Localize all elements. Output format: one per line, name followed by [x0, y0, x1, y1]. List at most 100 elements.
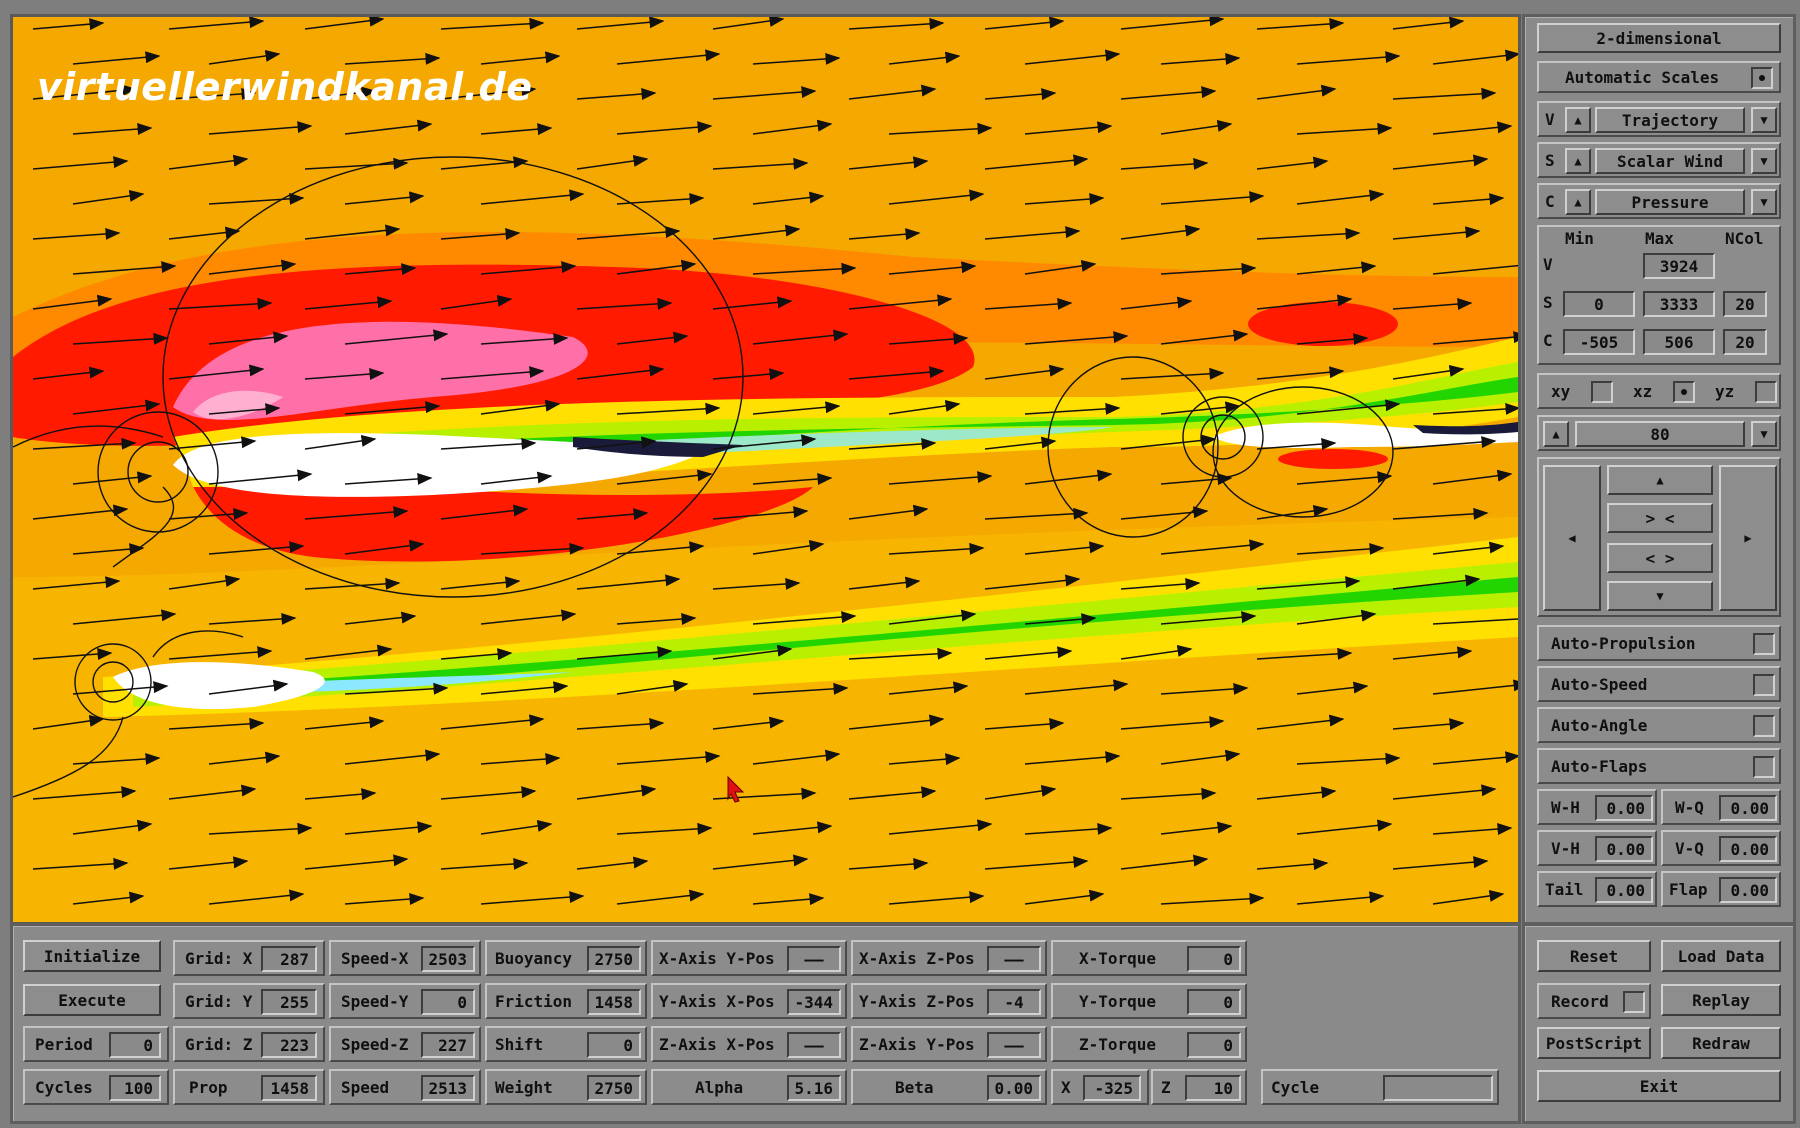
x-coord-label: X: [1061, 1078, 1071, 1097]
vector-mode-select[interactable]: Trajectory: [1595, 107, 1745, 133]
slice-value[interactable]: 80: [1575, 421, 1745, 447]
left-arrow-icon[interactable]: ◀: [1543, 465, 1601, 611]
y-torque-label: Y-Torque: [1079, 992, 1157, 1011]
load-data-button[interactable]: Load Data: [1661, 940, 1781, 972]
tail-value[interactable]: 0.00: [1595, 877, 1653, 903]
speed-x-value[interactable]: 2503: [421, 946, 475, 972]
alpha-value[interactable]: 5.16: [787, 1075, 841, 1101]
plane-xz-radio[interactable]: [1673, 381, 1695, 403]
exit-button[interactable]: Exit: [1537, 1070, 1781, 1102]
row-letter-v: V: [1545, 110, 1555, 129]
grid-x-value[interactable]: 287: [261, 946, 317, 972]
buoyancy-value[interactable]: 2750: [587, 946, 641, 972]
s-ncol-field[interactable]: 20: [1723, 291, 1767, 317]
mode-2d-button[interactable]: 2-dimensional: [1537, 23, 1781, 53]
v-max-field[interactable]: 3924: [1643, 253, 1715, 279]
auto-angle-label: Auto-Angle: [1551, 716, 1648, 735]
weight-value[interactable]: 2750: [587, 1075, 641, 1101]
auto-speed-checkbox[interactable]: [1753, 674, 1775, 696]
plane-yz-radio[interactable]: [1755, 381, 1777, 403]
yaxis-xpos-value[interactable]: -344: [787, 989, 841, 1015]
buoyancy-label: Buoyancy: [495, 949, 573, 968]
z-torque-value[interactable]: 0: [1187, 1032, 1241, 1058]
reset-button[interactable]: Reset: [1537, 940, 1651, 972]
vh-value[interactable]: 0.00: [1595, 836, 1653, 862]
grid-y-cell: Grid: Y 255: [173, 983, 325, 1019]
speed-y-cell: Speed-Y 0: [329, 983, 481, 1019]
xaxis-zpos-value[interactable]: ——: [987, 946, 1041, 972]
auto-propulsion-label: Auto-Propulsion: [1551, 634, 1696, 653]
wh-value[interactable]: 0.00: [1595, 795, 1653, 821]
friction-value[interactable]: 1458: [587, 989, 641, 1015]
up-triangle-icon[interactable]: ▲: [1565, 189, 1591, 215]
wq-value[interactable]: 0.00: [1719, 795, 1777, 821]
wh-label: W-H: [1551, 798, 1580, 817]
zaxis-ypos-value[interactable]: ——: [987, 1032, 1041, 1058]
replay-button[interactable]: Replay: [1661, 984, 1781, 1016]
auto-flaps-label: Auto-Flaps: [1551, 757, 1648, 776]
plane-xy-radio[interactable]: [1591, 381, 1613, 403]
postscript-button[interactable]: PostScript: [1537, 1027, 1651, 1059]
down-triangle-icon[interactable]: ▼: [1751, 107, 1777, 133]
vh-cell: V-H 0.00: [1537, 830, 1657, 866]
tail-label: Tail: [1545, 880, 1584, 899]
auto-angle-checkbox[interactable]: [1753, 715, 1775, 737]
speed-y-value[interactable]: 0: [421, 989, 475, 1015]
range-letter-v: V: [1543, 255, 1553, 274]
vq-value[interactable]: 0.00: [1719, 836, 1777, 862]
c-ncol-field[interactable]: 20: [1723, 329, 1767, 355]
up-triangle-icon[interactable]: ▲: [1565, 148, 1591, 174]
zaxis-ypos-cell: Z-Axis Y-Pos ——: [851, 1026, 1047, 1062]
execute-button[interactable]: Execute: [23, 984, 161, 1016]
auto-scales-checkbox[interactable]: [1751, 67, 1773, 89]
zoom-in-button[interactable]: > <: [1607, 503, 1713, 533]
x-coord-value[interactable]: -325: [1083, 1075, 1141, 1101]
beta-value[interactable]: 0.00: [987, 1075, 1041, 1101]
zaxis-xpos-value[interactable]: ——: [787, 1032, 841, 1058]
cycles-value[interactable]: 100: [109, 1075, 161, 1101]
initialize-button[interactable]: Initialize: [23, 940, 161, 972]
app-window: virtuellerwindkanal.de 2-dimensional Aut…: [0, 0, 1800, 1128]
right-arrow-icon[interactable]: ▶: [1719, 465, 1777, 611]
auto-flaps-checkbox[interactable]: [1753, 756, 1775, 778]
s-max-field[interactable]: 3333: [1643, 291, 1715, 317]
auto-propulsion-checkbox[interactable]: [1753, 633, 1775, 655]
speed-value[interactable]: 2513: [421, 1075, 475, 1101]
z-coord-value[interactable]: 10: [1185, 1075, 1241, 1101]
speed-z-value[interactable]: 227: [421, 1032, 475, 1058]
cycles-cell: Cycles 100: [23, 1069, 169, 1105]
up-triangle-icon[interactable]: ▲: [1607, 465, 1713, 495]
up-triangle-icon[interactable]: ▲: [1543, 421, 1569, 447]
speed-z-cell: Speed-Z 227: [329, 1026, 481, 1062]
down-triangle-icon[interactable]: ▼: [1751, 421, 1777, 447]
s-min-field[interactable]: 0: [1563, 291, 1635, 317]
c-min-field[interactable]: -505: [1563, 329, 1635, 355]
record-checkbox[interactable]: [1623, 991, 1645, 1013]
yaxis-zpos-value[interactable]: -4: [987, 989, 1041, 1015]
zoom-out-button[interactable]: < >: [1607, 543, 1713, 573]
y-torque-value[interactable]: 0: [1187, 989, 1241, 1015]
flow-visualization[interactable]: virtuellerwindkanal.de: [10, 14, 1521, 925]
grid-y-value[interactable]: 255: [261, 989, 317, 1015]
xaxis-ypos-value[interactable]: ——: [787, 946, 841, 972]
redraw-button[interactable]: Redraw: [1661, 1027, 1781, 1059]
flap-value[interactable]: 0.00: [1719, 877, 1777, 903]
down-triangle-icon[interactable]: ▼: [1751, 148, 1777, 174]
down-triangle-icon[interactable]: ▼: [1751, 189, 1777, 215]
scalar-mode-select[interactable]: Scalar Wind: [1595, 148, 1745, 174]
auto-angle-row: Auto-Angle: [1537, 707, 1781, 743]
shift-value[interactable]: 0: [587, 1032, 641, 1058]
period-label: Period: [35, 1035, 93, 1054]
x-torque-value[interactable]: 0: [1187, 946, 1241, 972]
scalar-mode-row: S ▲ Scalar Wind ▼: [1537, 142, 1781, 178]
grid-z-value[interactable]: 223: [261, 1032, 317, 1058]
down-triangle-icon[interactable]: ▼: [1607, 581, 1713, 611]
up-triangle-icon[interactable]: ▲: [1565, 107, 1591, 133]
period-value[interactable]: 0: [109, 1032, 161, 1058]
grid-z-label: Grid: Z: [185, 1035, 253, 1054]
prop-value[interactable]: 1458: [261, 1075, 317, 1101]
range-letter-c: C: [1543, 331, 1553, 350]
auto-speed-row: Auto-Speed: [1537, 666, 1781, 702]
contour-mode-select[interactable]: Pressure: [1595, 189, 1745, 215]
c-max-field[interactable]: 506: [1643, 329, 1715, 355]
